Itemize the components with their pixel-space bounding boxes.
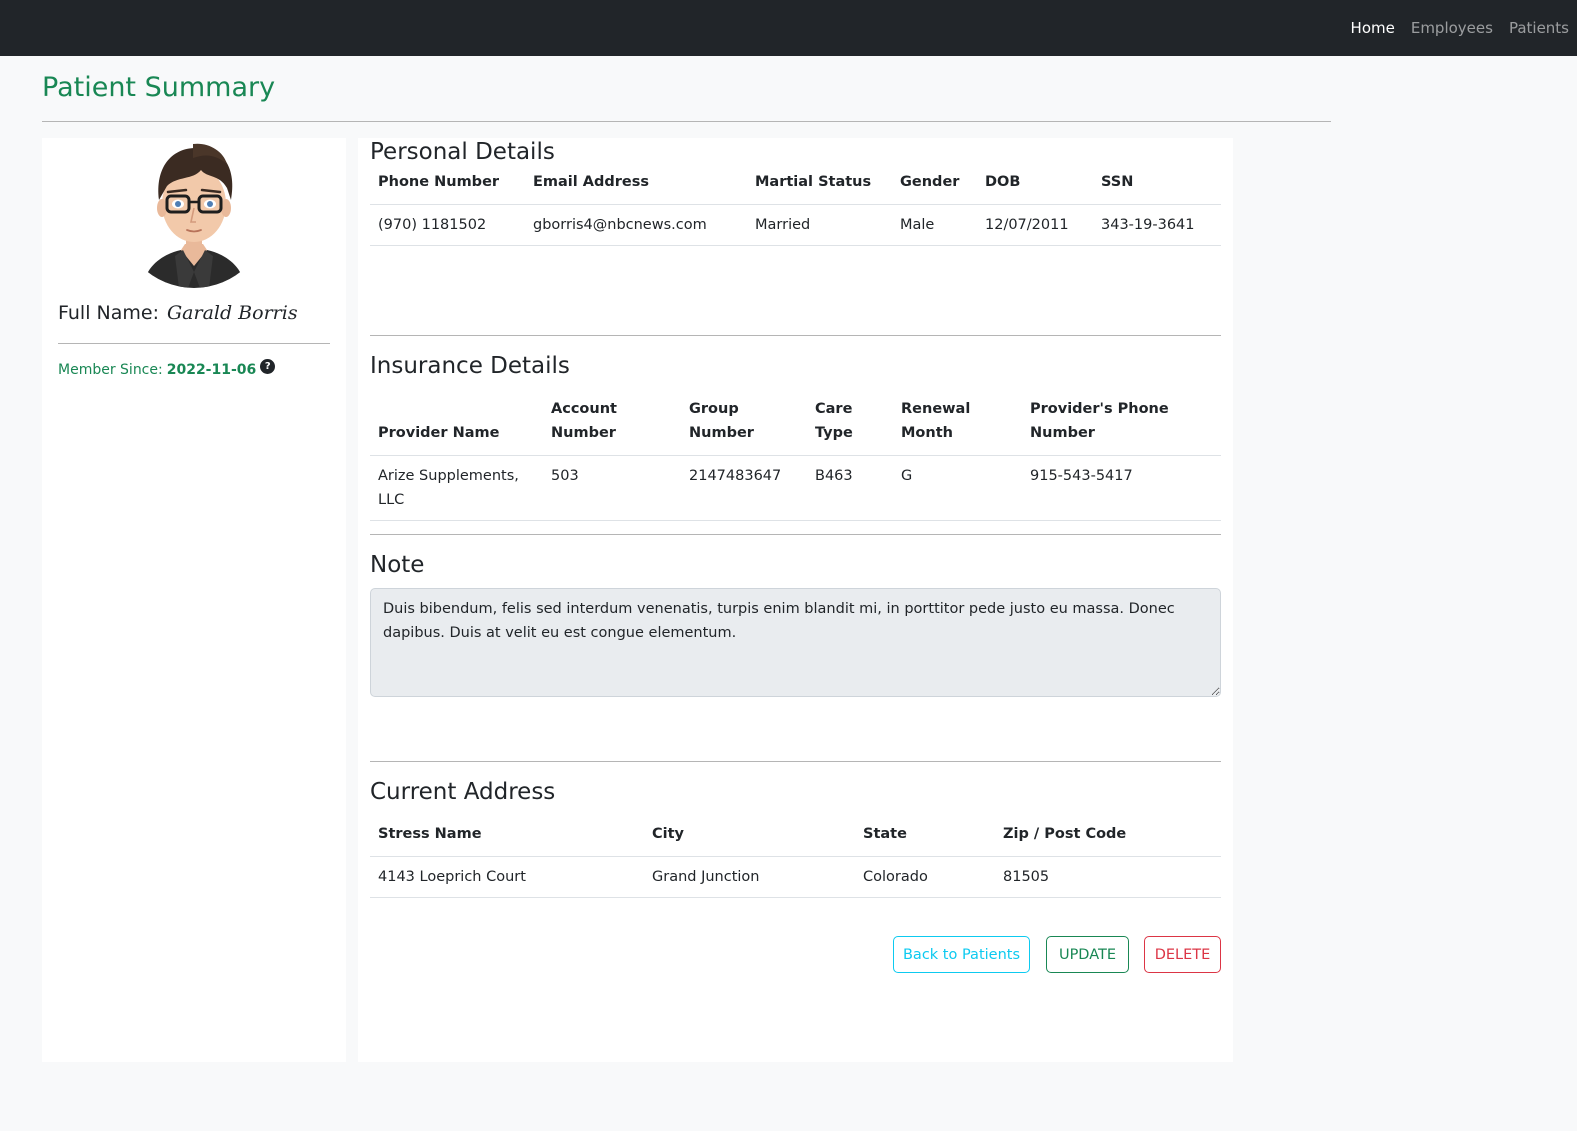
top-navbar: Home Employees Patients: [0, 0, 1577, 56]
column-header: Care Type: [807, 397, 893, 456]
column-header: SSN: [1093, 170, 1221, 205]
member-since-label: Member Since:: [58, 362, 163, 378]
member-since: Member Since: 2022-11-06 ?: [58, 358, 276, 378]
insurance-details-title: Insurance Details: [370, 353, 570, 379]
table-header-row: Provider Name Account Number Group Numbe…: [370, 397, 1221, 456]
title-divider: [42, 121, 1331, 122]
account-number-cell: 503: [543, 455, 681, 521]
table-row: Arize Supplements, LLC 503 2147483647 B4…: [370, 455, 1221, 521]
delete-button[interactable]: DELETE: [1144, 936, 1221, 973]
insurance-details-table: Provider Name Account Number Group Numbe…: [370, 397, 1221, 521]
group-number-cell: 2147483647: [681, 455, 807, 521]
column-header: Phone Number: [370, 170, 525, 205]
renewal-month-cell: G: [893, 455, 1022, 521]
full-name-value: Garald Borris: [166, 302, 298, 324]
nav-link-employees[interactable]: Employees: [1411, 19, 1493, 37]
table-row: (970) 1181502 gborris4@nbcnews.com Marri…: [370, 204, 1221, 246]
update-button[interactable]: UPDATE: [1046, 936, 1129, 973]
table-header-row: Phone Number Email Address Martial Statu…: [370, 170, 1221, 205]
page-title: Patient Summary: [42, 72, 276, 103]
street-name-cell: 4143 Loeprich Court: [370, 856, 644, 898]
full-name: Full Name: Garald Borris: [58, 302, 298, 324]
zip-cell: 81505: [995, 856, 1221, 898]
column-header: Provider Name: [370, 397, 543, 456]
full-name-label: Full Name:: [58, 302, 159, 324]
nav-link-home[interactable]: Home: [1351, 19, 1395, 37]
phone-cell: (970) 1181502: [370, 204, 525, 246]
nav-links: Home Employees Patients: [1335, 0, 1569, 56]
dob-cell: 12/07/2011: [977, 204, 1093, 246]
help-icon[interactable]: ?: [260, 358, 276, 374]
column-header: State: [855, 822, 995, 857]
state-cell: Colorado: [855, 856, 995, 898]
section-divider: [370, 534, 1221, 535]
profile-card: Full Name: Garald Borris Member Since: 20…: [42, 138, 346, 1062]
note-title: Note: [370, 552, 425, 578]
provider-name-cell: Arize Supplements, LLC: [370, 455, 543, 521]
section-divider: [370, 335, 1221, 336]
nav-link-patients[interactable]: Patients: [1509, 19, 1569, 37]
column-header: Provider's Phone Number: [1022, 397, 1221, 456]
personal-details-title: Personal Details: [370, 139, 555, 165]
column-header: Group Number: [681, 397, 807, 456]
note-textarea[interactable]: Duis bibendum, felis sed interdum venena…: [370, 588, 1221, 697]
gender-cell: Male: [892, 204, 977, 246]
details-card: Personal Details Phone Number Email Addr…: [358, 138, 1233, 1062]
email-cell: gborris4@nbcnews.com: [525, 204, 747, 246]
ssn-cell: 343-19-3641: [1093, 204, 1221, 246]
column-header: City: [644, 822, 855, 857]
city-cell: Grand Junction: [644, 856, 855, 898]
table-header-row: Stress Name City State Zip / Post Code: [370, 822, 1221, 857]
care-type-cell: B463: [807, 455, 893, 521]
column-header: Account Number: [543, 397, 681, 456]
member-since-date: 2022-11-06: [166, 362, 257, 378]
column-header: DOB: [977, 170, 1093, 205]
current-address-table: Stress Name City State Zip / Post Code 4…: [370, 822, 1221, 898]
column-header: Renewal Month: [893, 397, 1022, 456]
column-header: Email Address: [525, 170, 747, 205]
column-header: Martial Status: [747, 170, 892, 205]
column-header: Gender: [892, 170, 977, 205]
avatar: [143, 143, 245, 288]
back-to-patients-button[interactable]: Back to Patients: [893, 936, 1030, 973]
marital-status-cell: Married: [747, 204, 892, 246]
provider-phone-cell: 915-543-5417: [1022, 455, 1221, 521]
section-divider: [370, 761, 1221, 762]
column-header: Zip / Post Code: [995, 822, 1221, 857]
column-header: Stress Name: [370, 822, 644, 857]
table-row: 4143 Loeprich Court Grand Junction Color…: [370, 856, 1221, 898]
current-address-title: Current Address: [370, 779, 556, 805]
personal-details-table: Phone Number Email Address Martial Statu…: [370, 170, 1221, 246]
profile-divider: [58, 343, 330, 344]
